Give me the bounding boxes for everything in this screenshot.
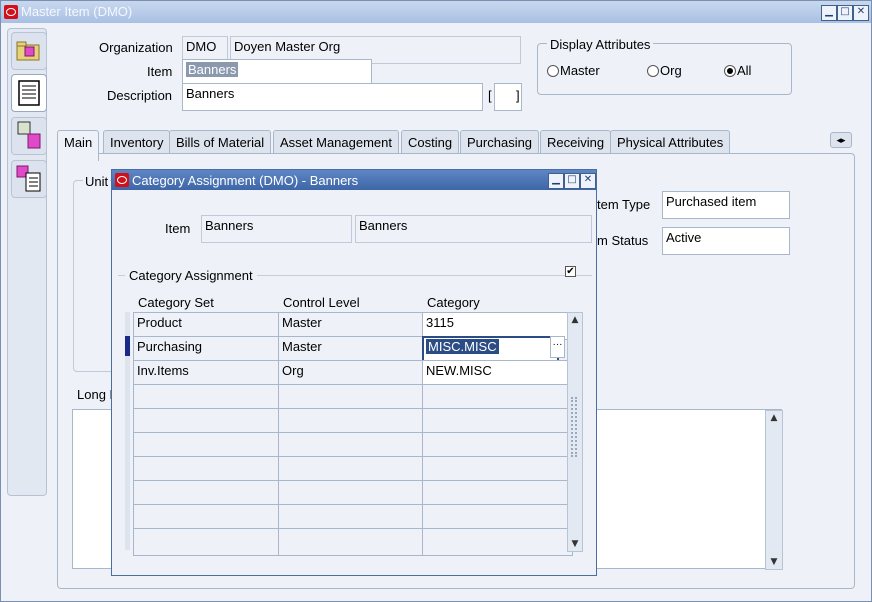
table-scroll-down-icon[interactable]: ▼ [568, 537, 582, 551]
category-table: Product Master 3115 Purchasing Master MI… [122, 312, 583, 556]
table-scroll-up-icon[interactable]: ▲ [568, 313, 582, 327]
section-title: Category Assignment [125, 268, 257, 283]
item-type-label: tem Type [597, 197, 651, 212]
organization-label: Organization [99, 40, 173, 55]
table-scrollbar[interactable]: ▲ ▼ [567, 312, 583, 552]
dialog-close-icon[interactable]: ✕ [580, 173, 596, 189]
dialog-maximize-icon[interactable]: □ [564, 173, 580, 189]
table-row-9-category-set[interactable] [133, 528, 285, 556]
folder-icon[interactable] [11, 32, 47, 70]
section-checkbox[interactable]: ✔ [565, 266, 576, 277]
oracle-logo-icon [115, 173, 129, 187]
long-description-scrollbar[interactable]: ▲ ▼ [765, 410, 783, 570]
flexfield-bracket-open: [ [488, 88, 492, 103]
scroll-up-icon[interactable]: ▲ [766, 411, 782, 425]
item-label: Item [147, 64, 173, 79]
unit-label: Unit [83, 174, 111, 189]
item-type-field[interactable]: Purchased item [662, 191, 790, 219]
dialog-item-field[interactable]: Banners [201, 215, 352, 243]
table-row-9-category[interactable] [422, 528, 573, 556]
dialog-minimize-icon[interactable]: ▁ [548, 173, 564, 189]
description-field[interactable]: Banners [182, 83, 483, 111]
oracle-logo-icon [4, 5, 18, 19]
tab-scroll-icon[interactable]: ◂▸ [830, 132, 852, 148]
item-status-label: m Status [597, 233, 649, 248]
table-row-9-control-level[interactable] [278, 528, 429, 556]
minimize-icon[interactable]: ▁ [821, 5, 837, 21]
item-list-icon[interactable] [11, 74, 47, 112]
item-categories-icon[interactable] [11, 160, 47, 198]
item-field-value: Banners [186, 62, 239, 77]
scroll-thumb-grip[interactable] [571, 397, 577, 457]
display-attributes-title: Display Attributes [547, 37, 654, 52]
column-header-category: Category [427, 295, 480, 310]
dialog-title: Category Assignment (DMO) - Banners [132, 173, 359, 188]
window-title: Master Item (DMO) [21, 4, 133, 19]
radio-all[interactable] [724, 65, 736, 77]
radio-master[interactable] [547, 65, 559, 77]
current-record-indicator [125, 336, 130, 356]
dialog-item-label: Item [165, 221, 191, 236]
radio-all-label[interactable]: All [737, 63, 751, 78]
item-status-field[interactable]: Active [662, 227, 790, 255]
description-label: Description [107, 88, 173, 103]
column-header-category-set: Category Set [138, 295, 214, 310]
close-icon[interactable]: ✕ [853, 5, 869, 21]
maximize-icon[interactable]: □ [837, 5, 853, 21]
category-assignment-dialog: Category Assignment (DMO) - Banners ▁ □ … [111, 169, 597, 576]
item-attributes-icon[interactable] [11, 117, 47, 155]
table-row-1-category-value: MISC.MISC [426, 339, 499, 354]
left-toolbar [7, 28, 47, 496]
radio-org-label[interactable]: Org [660, 63, 682, 78]
radio-master-label[interactable]: Master [560, 63, 600, 78]
radio-org[interactable] [647, 65, 659, 77]
dialog-title-bar[interactable]: Category Assignment (DMO) - Banners ▁ □ … [112, 170, 596, 190]
main-title-bar[interactable]: Master Item (DMO) ▁ □ ✕ [1, 1, 871, 23]
scroll-down-icon[interactable]: ▼ [766, 555, 782, 569]
column-header-control-level: Control Level [283, 295, 360, 310]
flexfield-bracket-close: ] [516, 88, 520, 103]
tab-main[interactable]: Main [57, 130, 100, 161]
list-of-values-icon[interactable]: ··· [550, 336, 565, 358]
dialog-item-description-field[interactable]: Banners [355, 215, 592, 243]
